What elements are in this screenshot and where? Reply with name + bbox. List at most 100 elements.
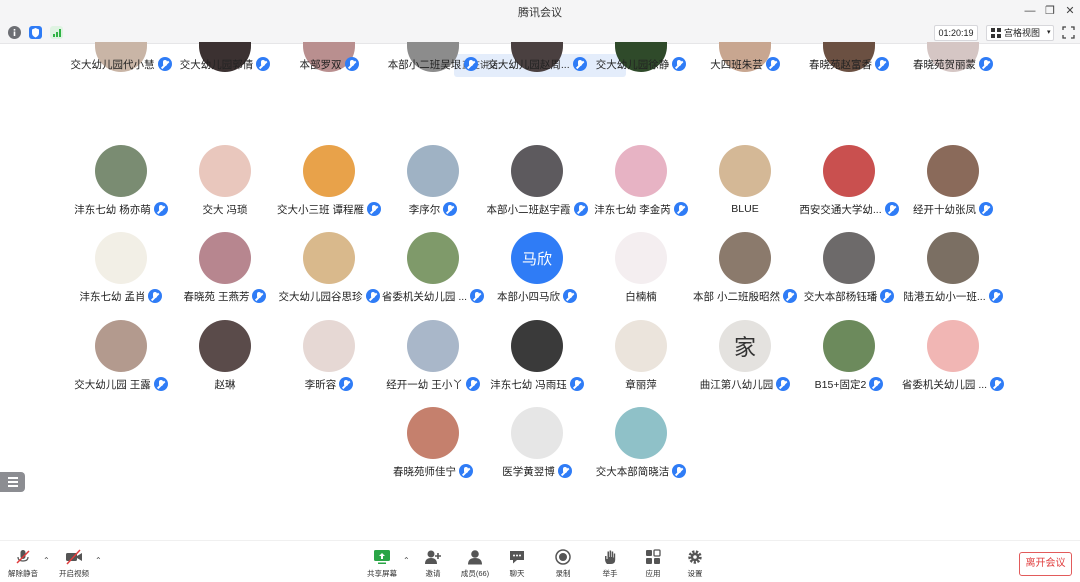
share-screen-button[interactable]: 共享屏幕 <box>362 549 402 579</box>
participant-tile[interactable]: 沣东七幼 李金芮 <box>586 145 696 217</box>
participant-tile[interactable]: 交大本部杨钰璠 <box>794 232 904 304</box>
fullscreen-icon[interactable] <box>1062 26 1075 39</box>
participant-name: 春晓苑 王燕芳 <box>183 290 250 303</box>
avatar <box>511 145 563 197</box>
participant-tile[interactable]: 经开十幼张凤 <box>898 145 1008 217</box>
video-options-chevron-icon[interactable]: ⌃ <box>95 556 102 565</box>
grid-view-icon <box>991 28 1001 38</box>
participant-tile[interactable]: BLUE <box>690 145 800 217</box>
participant-tile[interactable]: 章丽萍 <box>586 320 696 392</box>
participant-tile[interactable]: 西安交通大学幼... <box>794 145 904 217</box>
participant-name: 交大幼儿园代小慧 <box>70 58 155 71</box>
participant-tile[interactable]: 省委机关幼儿园 ... <box>378 232 488 304</box>
avatar <box>511 320 563 372</box>
participant-tile[interactable]: 省委机关幼儿园 ... <box>898 320 1008 392</box>
shield-icon[interactable] <box>29 26 42 39</box>
participant-name: B15+固定2 <box>814 378 867 391</box>
participant-tile[interactable]: 经开一幼 王小丫 <box>378 320 488 392</box>
chat-button[interactable]: 聊天 <box>497 549 537 579</box>
participant-tile[interactable]: 交大幼儿园谷思珍 <box>274 232 384 304</box>
leave-meeting-button[interactable]: 离开会议 <box>1019 552 1072 576</box>
participant-tile[interactable]: 沣东七幼 杨亦萌 <box>66 145 176 217</box>
close-icon[interactable]: ✕ <box>1062 3 1078 19</box>
participant-name: 交大幼儿园徐静 <box>595 58 670 71</box>
participant-tile[interactable]: 交大幼儿园 王露 <box>66 320 176 392</box>
participant-tile[interactable]: 李昕容 <box>274 320 384 392</box>
participant-tile[interactable]: 李序尔 <box>378 145 488 217</box>
members-button[interactable]: 成员(66) <box>455 549 495 579</box>
participant-tile[interactable]: 赵琳 <box>170 320 280 392</box>
participant-tile[interactable]: 春晓苑赵富香 <box>794 42 904 129</box>
avatar <box>719 232 771 284</box>
participant-tile[interactable]: 沣东七幼 冯雨珏 <box>482 320 592 392</box>
participant-tile[interactable]: 家曲江第八幼儿园 <box>690 320 800 392</box>
apps-label: 应用 <box>645 569 661 578</box>
minimize-icon[interactable]: — <box>1022 3 1038 19</box>
restore-icon[interactable]: ❐ <box>1042 3 1058 19</box>
view-mode-button[interactable]: 宫格视图 ▾ <box>986 25 1054 41</box>
bottom-toolbar: 解除静音 ⌃ 开启视频 ⌃ 共享屏幕 ⌃ 邀请 成员(66) 聊天 录制 举手 … <box>0 540 1080 582</box>
unmute-label: 解除静音 <box>8 569 38 578</box>
gear-icon <box>688 550 702 564</box>
mic-muted-icon <box>880 289 895 303</box>
participant-name: 春晓苑贺丽蒙 <box>913 58 976 71</box>
avatar <box>303 320 355 372</box>
participant-tile[interactable]: B15+固定2 <box>794 320 904 392</box>
avatar <box>407 320 459 372</box>
participant-tile[interactable]: 本部小二班吴垠 <box>378 42 488 129</box>
avatar <box>615 145 667 197</box>
record-button[interactable]: 录制 <box>543 549 583 579</box>
participant-tile[interactable]: 本部小二班赵宇霞 <box>482 145 592 217</box>
participant-tile[interactable]: 陆港五幼小一班... <box>898 232 1008 304</box>
participant-tile[interactable]: 交大幼儿园代小慧 <box>66 42 176 129</box>
participant-tile[interactable]: 本部罗双 <box>274 42 384 129</box>
invite-button[interactable]: 邀请 <box>413 549 453 579</box>
avatar <box>95 320 147 372</box>
list-toggle-icon[interactable] <box>0 472 25 492</box>
participant-tile[interactable]: 春晓苑师佳宁 <box>378 407 488 479</box>
settings-button[interactable]: 设置 <box>675 549 715 579</box>
share-options-chevron-icon[interactable]: ⌃ <box>403 556 410 565</box>
apps-button[interactable]: 应用 <box>633 549 673 579</box>
participant-tile[interactable]: 医学黄翌博 <box>482 407 592 479</box>
start-video-button[interactable]: 开启视频 <box>54 549 94 579</box>
raise-hand-button[interactable]: 举手 <box>590 549 630 579</box>
members-label: 成员(66) <box>460 569 490 578</box>
participant-name: 赵琳 <box>214 378 236 391</box>
video-off-icon <box>66 549 82 565</box>
participant-tile[interactable]: 交大幼儿园徐静 <box>586 42 696 129</box>
info-icon[interactable] <box>8 26 21 39</box>
participant-tile[interactable]: 白楠楠 <box>586 232 696 304</box>
avatar <box>303 232 355 284</box>
participant-name: 沣东七幼 孟肖 <box>79 290 146 303</box>
participant-tile[interactable]: 交大 冯琐 <box>170 145 280 217</box>
avatar <box>927 320 979 372</box>
participant-tile[interactable]: 本部 小二班殷昭然 <box>690 232 800 304</box>
participant-tile[interactable]: 沣东七幼 孟肖 <box>66 232 176 304</box>
audio-options-chevron-icon[interactable]: ⌃ <box>43 556 50 565</box>
participant-tile[interactable]: 春晓苑贺丽蒙 <box>898 42 1008 129</box>
mic-muted-icon <box>252 289 267 303</box>
avatar <box>407 145 459 197</box>
participant-tile[interactable]: 交大小三班 谭程雁 <box>274 145 384 217</box>
meeting-timer: 01:20:19 <box>934 25 978 41</box>
participant-tile[interactable]: 马欣 本部小四马欣 <box>482 232 592 304</box>
mic-muted-icon <box>153 377 168 391</box>
mic-muted-icon <box>979 57 993 71</box>
unmute-button[interactable]: 解除静音 <box>3 549 43 579</box>
participant-tile[interactable]: 交大幼儿园郭倩 <box>170 42 280 129</box>
participant-tile[interactable]: 大四班朱芸 <box>690 42 800 129</box>
mic-muted-icon <box>16 550 30 564</box>
mic-muted-icon <box>869 377 884 391</box>
participant-name: 章丽萍 <box>625 378 657 391</box>
start-video-label: 开启视频 <box>59 569 89 578</box>
signal-icon[interactable] <box>50 26 63 39</box>
avatar: 家 <box>719 320 771 372</box>
participant-tile[interactable]: 交大幼儿园赵周... <box>482 42 592 129</box>
participant-name: 交大本部杨钰璠 <box>803 290 878 303</box>
mic-muted-icon <box>776 377 791 391</box>
avatar <box>615 232 667 284</box>
participant-tile[interactable]: 春晓苑 王燕芳 <box>170 232 280 304</box>
participant-tile[interactable]: 交大本部简晓洁 <box>586 407 696 479</box>
mic-muted-icon <box>672 464 687 478</box>
